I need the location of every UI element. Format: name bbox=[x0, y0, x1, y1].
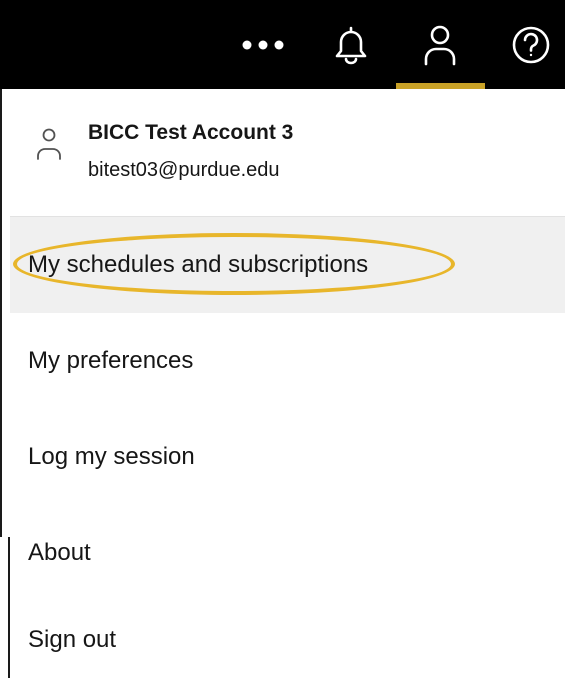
help-icon[interactable] bbox=[496, 0, 565, 89]
menu-item-preferences[interactable]: My preferences bbox=[10, 313, 565, 409]
user-icon[interactable] bbox=[400, 0, 480, 89]
notifications-icon[interactable] bbox=[316, 0, 386, 89]
panel-left-border bbox=[0, 89, 2, 537]
more-icon[interactable] bbox=[226, 0, 300, 89]
account-email: bitest03@purdue.edu bbox=[88, 159, 280, 181]
account-name: BICC Test Account 3 bbox=[88, 121, 294, 144]
user-menu-panel: BICC Test Account 3 bitest03@purdue.edu … bbox=[10, 89, 565, 678]
account-header: BICC Test Account 3 bitest03@purdue.edu bbox=[10, 89, 565, 217]
account-user-icon bbox=[36, 127, 62, 161]
menu-item-about[interactable]: About bbox=[10, 505, 565, 601]
menu-item-sign-out[interactable]: Sign out bbox=[10, 601, 565, 678]
top-bar bbox=[0, 0, 565, 89]
menu-item-log-session[interactable]: Log my session bbox=[10, 409, 565, 505]
menu-item-schedules-subscriptions[interactable]: My schedules and subscriptions bbox=[10, 217, 565, 313]
